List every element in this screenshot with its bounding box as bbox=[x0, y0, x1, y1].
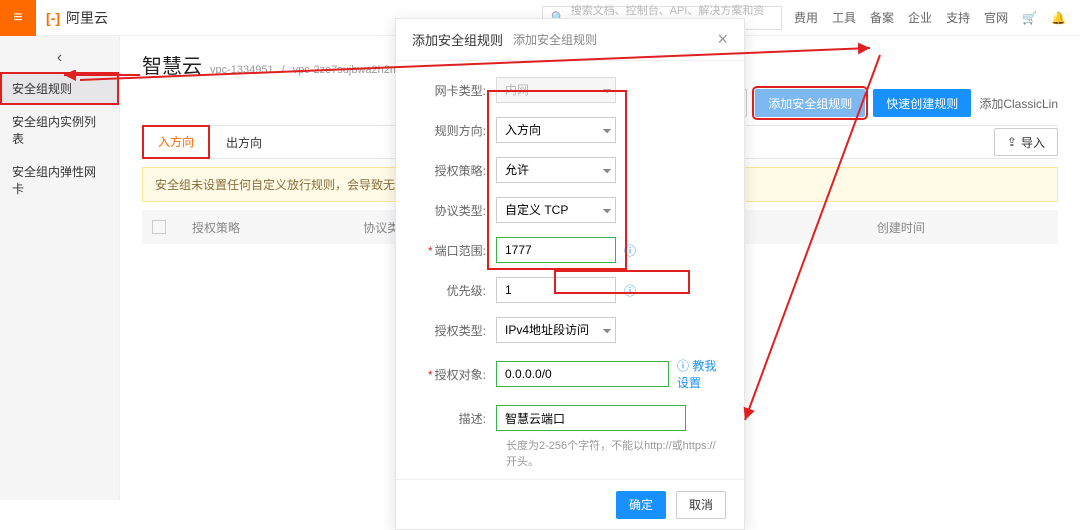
teach-link[interactable]: ⓘ 教我设置 bbox=[677, 357, 726, 391]
port-range-input[interactable] bbox=[496, 237, 616, 263]
label-dir: 规则方向: bbox=[414, 122, 496, 139]
description-input[interactable] bbox=[496, 405, 686, 431]
modal-footer: 确定 取消 bbox=[396, 479, 744, 529]
label-desc: 描述: bbox=[414, 410, 496, 427]
authtype-select[interactable]: IPv4地址段访问 bbox=[496, 317, 616, 343]
modal-header: 添加安全组规则 添加安全组规则 × bbox=[396, 19, 744, 61]
label-proto: 协议类型: bbox=[414, 202, 496, 219]
direction-select[interactable]: 入方向 bbox=[496, 117, 616, 143]
info-icon[interactable]: ⓘ bbox=[624, 242, 636, 259]
auth-object-input[interactable] bbox=[496, 361, 669, 387]
label-prio: 优先级: bbox=[414, 282, 496, 299]
nic-select: 内网 bbox=[496, 77, 616, 103]
close-icon[interactable]: × bbox=[717, 29, 728, 50]
info-icon[interactable]: ⓘ bbox=[624, 282, 636, 299]
priority-input[interactable] bbox=[496, 277, 616, 303]
label-authobj: *授权对象: bbox=[414, 366, 496, 383]
add-rule-modal: 添加安全组规则 添加安全组规则 × 网卡类型: 内网 规则方向: 入方向 授权策… bbox=[395, 18, 745, 530]
label-authtype: 授权类型: bbox=[414, 322, 496, 339]
cancel-button[interactable]: 取消 bbox=[676, 491, 726, 519]
modal-title: 添加安全组规则 bbox=[412, 30, 503, 49]
label-nic: 网卡类型: bbox=[414, 82, 496, 99]
desc-hint: 长度为2-256个字符，不能以http://或https://开头。 bbox=[506, 437, 726, 469]
policy-select[interactable]: 允许 bbox=[496, 157, 616, 183]
modal-form: 网卡类型: 内网 规则方向: 入方向 授权策略: 允许 协议类型: 自定义 TC… bbox=[396, 61, 744, 479]
protocol-select[interactable]: 自定义 TCP bbox=[496, 197, 616, 223]
modal-subtitle: 添加安全组规则 bbox=[513, 31, 597, 48]
label-port: *端口范围: bbox=[414, 242, 496, 259]
ok-button[interactable]: 确定 bbox=[616, 491, 666, 519]
label-policy: 授权策略: bbox=[414, 162, 496, 179]
